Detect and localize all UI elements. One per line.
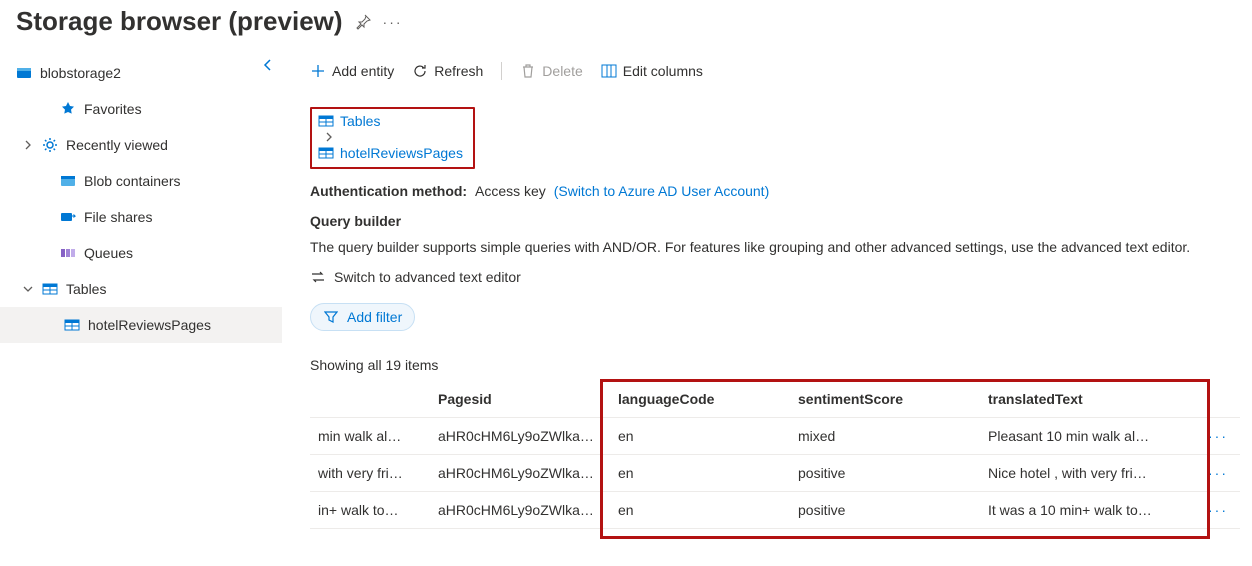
table-icon [318,113,334,129]
switch-auth-link[interactable]: (Switch to Azure AD User Account) [554,183,770,199]
results-table: Pagesid languageCode sentimentScore tran… [310,381,1240,529]
fileshare-icon [60,209,76,225]
breadcrumb-current[interactable]: hotelReviewsPages [318,145,463,161]
breadcrumb-tables[interactable]: Tables [318,113,463,129]
columns-icon [601,63,617,79]
sidebar-item-recent[interactable]: Recently viewed [0,127,282,163]
refresh-icon [412,63,428,79]
row-menu-icon[interactable]: ··· [1200,418,1240,455]
column-header-pagesid[interactable]: Pagesid [430,381,610,418]
sidebar-item-blob[interactable]: Blob containers [0,163,282,199]
table-icon [318,145,334,161]
pin-icon[interactable] [355,14,371,30]
table-icon [42,281,58,297]
trash-icon [520,63,536,79]
sidebar: blobstorage2 Favorites Rec [0,45,282,529]
plus-icon [310,63,326,79]
more-icon[interactable]: ··· [383,14,403,30]
chevron-right-icon [324,129,334,145]
sidebar-account[interactable]: blobstorage2 [0,55,282,91]
add-filter-button[interactable]: Add filter [310,303,415,331]
sidebar-item-hotelreviewspages[interactable]: hotelReviewsPages [0,307,282,343]
toolbar-separator [501,62,502,80]
refresh-button[interactable]: Refresh [412,63,483,79]
sidebar-item-label: File shares [84,209,152,225]
swap-icon [310,269,326,285]
switch-editor-button[interactable]: Switch to advanced text editor [310,269,1240,285]
main-content: Add entity Refresh Delete [282,45,1252,529]
gear-icon [42,137,58,153]
blob-icon [60,173,76,189]
chevron-right-icon [22,140,34,150]
sidebar-item-label: Queues [84,245,133,261]
toolbar: Add entity Refresh Delete [310,45,1240,89]
sidebar-item-label: Recently viewed [66,137,168,153]
chevron-down-icon [22,284,34,294]
table-icon [64,317,80,333]
sidebar-item-queues[interactable]: Queues [0,235,282,271]
delete-button: Delete [520,63,582,79]
row-menu-icon[interactable]: ··· [1200,455,1240,492]
storage-account-icon [16,65,32,81]
sidebar-item-favorites[interactable]: Favorites [0,91,282,127]
table-row[interactable]: in+ walk to… aHR0cHM6Ly9oZWlkaW… en posi… [310,492,1240,529]
row-menu-icon[interactable]: ··· [1200,492,1240,529]
sidebar-account-label: blobstorage2 [40,65,121,81]
table-row[interactable]: min walk al… aHR0cHM6Ly9oZWlkaW… en mixe… [310,418,1240,455]
edit-columns-button[interactable]: Edit columns [601,63,703,79]
column-header-languagecode[interactable]: languageCode [610,381,790,418]
add-entity-button[interactable]: Add entity [310,63,394,79]
breadcrumb: Tables hotelReviewsPages [310,107,1240,169]
sidebar-item-label: Tables [66,281,106,297]
collapse-sidebar-icon[interactable] [262,59,274,71]
star-icon [60,101,76,117]
query-builder-help: The query builder supports simple querie… [310,239,1240,255]
column-header[interactable] [310,381,430,418]
column-header-sentimentscore[interactable]: sentimentScore [790,381,980,418]
queue-icon [60,245,76,261]
page-title: Storage browser (preview) [16,6,343,37]
table-row[interactable]: with very fri… aHR0cHM6Ly9oZWlkaW… en po… [310,455,1240,492]
filter-icon [323,309,339,325]
auth-method: Authentication method: Access key (Switc… [310,183,1240,199]
sidebar-item-label: Blob containers [84,173,181,189]
column-header-translatedtext[interactable]: translatedText [980,381,1200,418]
sidebar-item-tables[interactable]: Tables [0,271,282,307]
sidebar-item-label: hotelReviewsPages [88,317,211,333]
sidebar-item-label: Favorites [84,101,142,117]
results-count: Showing all 19 items [310,357,1240,373]
query-builder-title: Query builder [310,213,1240,229]
sidebar-item-fileshares[interactable]: File shares [0,199,282,235]
